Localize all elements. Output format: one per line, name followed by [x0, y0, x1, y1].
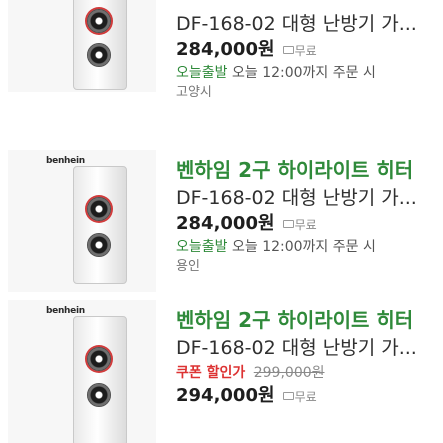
- product-price: 284,000원: [176, 39, 275, 60]
- seller-region: 고양시: [176, 85, 212, 100]
- dial-knob-icon: [87, 43, 111, 67]
- original-price: 299,000원: [253, 365, 325, 381]
- dial-knob-icon: [87, 9, 111, 33]
- shipping-info: 무료: [282, 44, 317, 58]
- truck-icon: [282, 46, 294, 54]
- product-thumbnail[interactable]: [8, 0, 156, 92]
- seller-region: 용인: [176, 259, 200, 274]
- delivery-info: 오늘출발 오늘 12:00까지 주문 시: [176, 65, 376, 81]
- product-card-3[interactable]: benhein 벤하임 2구 하이라이트 히터 DF-168-02 대형 난방기…: [0, 300, 443, 443]
- heater-image: [73, 0, 127, 90]
- dial-knob-icon: [87, 197, 111, 221]
- heater-image: [73, 166, 127, 284]
- shipping-info: 무료: [282, 218, 317, 232]
- product-model[interactable]: DF-168-02 대형 난방기 가...: [176, 184, 438, 212]
- product-thumbnail[interactable]: benhein: [8, 300, 156, 443]
- heater-image: [73, 316, 127, 443]
- product-price: 284,000원: [176, 213, 275, 234]
- truck-icon: [282, 220, 294, 228]
- shipping-info: 무료: [282, 390, 317, 404]
- product-price: 294,000원: [176, 385, 275, 406]
- product-thumbnail[interactable]: benhein: [8, 150, 156, 292]
- dial-knob-icon: [87, 347, 111, 371]
- product-model[interactable]: DF-168-02 대형 난방기 가...: [176, 10, 438, 38]
- dial-knob-icon: [87, 233, 111, 257]
- dial-knob-icon: [87, 383, 111, 407]
- delivery-info: 오늘출발 오늘 12:00까지 주문 시: [176, 239, 376, 255]
- truck-icon: [282, 392, 294, 400]
- product-title[interactable]: 벤하임 2구 하이라이트 히터: [176, 156, 438, 184]
- product-model[interactable]: DF-168-02 대형 난방기 가...: [176, 334, 438, 362]
- coupon-label: 쿠폰 할인가: [176, 365, 246, 381]
- product-card-1[interactable]: DF-168-02 대형 난방기 가... 284,000원 무료 오늘출발 오…: [0, 0, 443, 150]
- product-title[interactable]: 벤하임 2구 하이라이트 히터: [176, 306, 438, 334]
- coupon-price-row: 쿠폰 할인가 299,000원: [176, 362, 438, 384]
- product-card-2[interactable]: benhein 벤하임 2구 하이라이트 히터 DF-168-02 대형 난방기…: [0, 150, 443, 298]
